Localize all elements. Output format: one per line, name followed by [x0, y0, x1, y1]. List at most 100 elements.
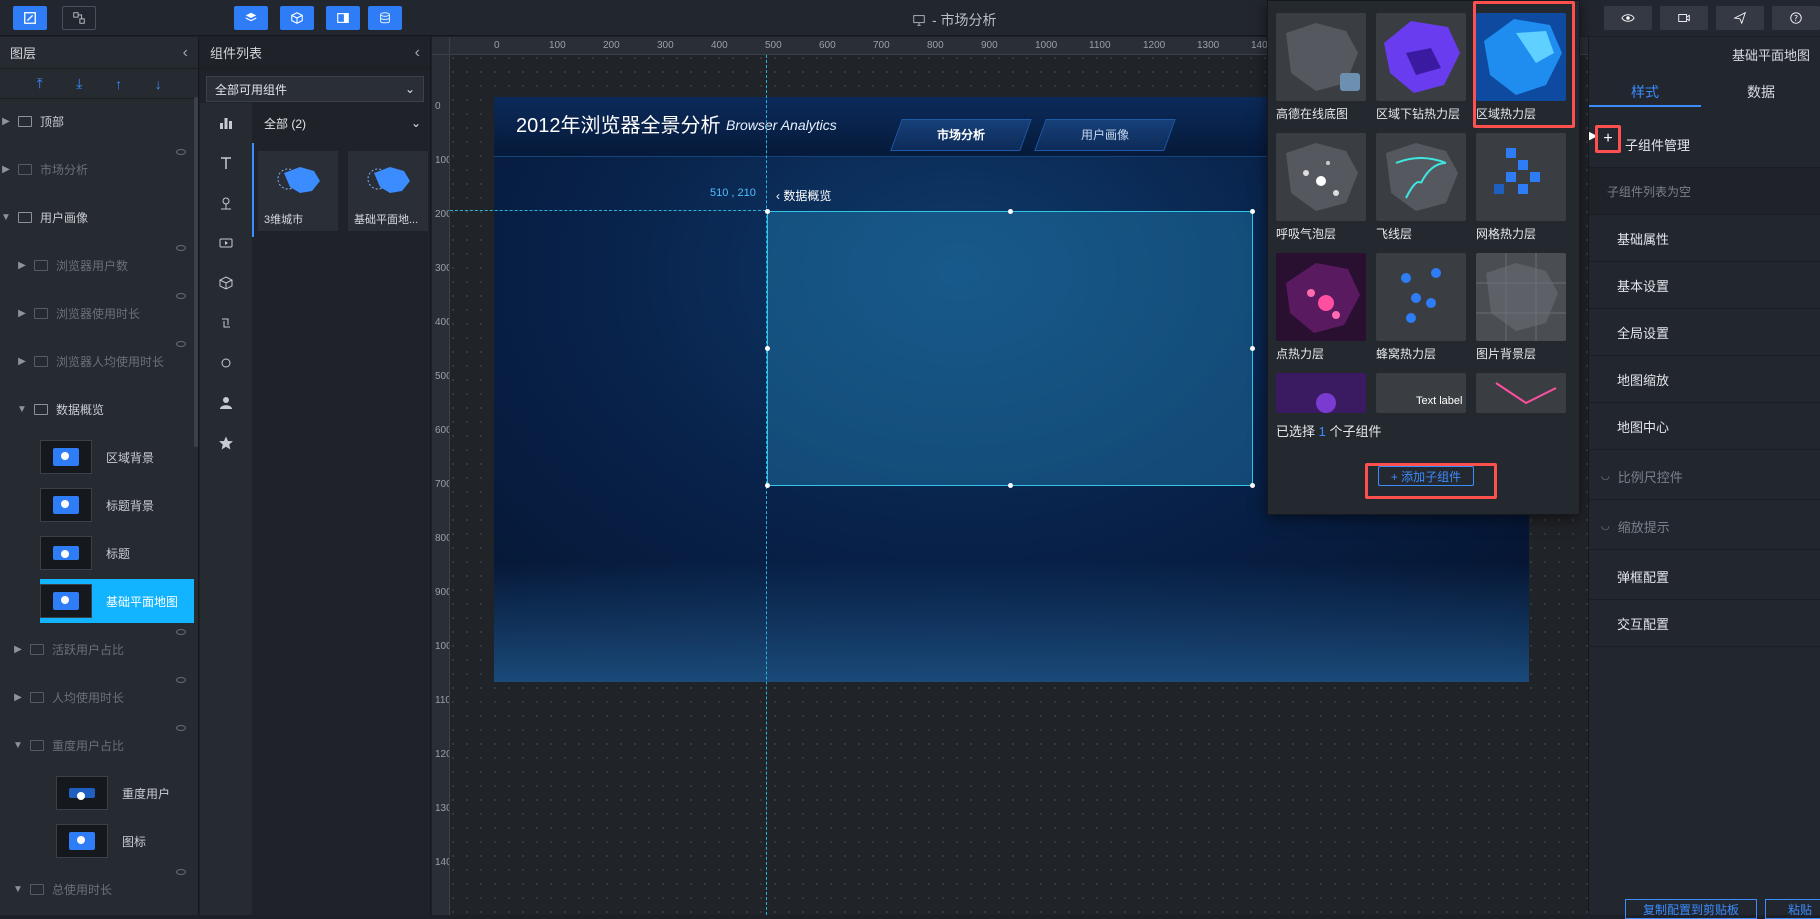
resize-handle[interactable]: [765, 346, 770, 351]
component-card-basic-map[interactable]: 基础平面地...: [348, 151, 428, 231]
layer-group-browser-avg-time[interactable]: ▶ 浏览器人均使用时长: [0, 339, 194, 383]
paste-button[interactable]: 粘贴: [1765, 899, 1820, 919]
layer-group-avg-time[interactable]: ▶ 人均使用时长: [0, 675, 194, 719]
collapse-arrow-icon[interactable]: ▼: [0, 212, 12, 223]
add-sub-component-icon[interactable]: +: [1595, 125, 1621, 153]
expand-arrow-icon[interactable]: ▶: [12, 644, 24, 655]
preview-mode-button[interactable]: [62, 6, 96, 30]
category-map[interactable]: [200, 183, 252, 223]
move-top-icon[interactable]: ⤒: [31, 75, 49, 93]
board-tab-user[interactable]: 用户画像: [1034, 119, 1176, 151]
layer-group-user-profile[interactable]: ▼ 用户画像: [0, 195, 194, 239]
layer-option-image-bg[interactable]: 图片背景层: [1476, 253, 1566, 361]
layer-group-top[interactable]: ▶ 顶部: [0, 99, 194, 143]
layer-option-partial-3[interactable]: [1476, 373, 1566, 413]
layer-item-basic-map[interactable]: 基础平面地图: [40, 579, 194, 623]
prop-row-global-settings[interactable]: 全局设置: [1589, 309, 1820, 356]
edit-mode-button[interactable]: [13, 6, 47, 30]
move-down-icon[interactable]: ↓: [149, 75, 167, 93]
hidden-eye-icon[interactable]: [176, 677, 186, 683]
category-media[interactable]: [200, 223, 252, 263]
move-bottom-icon[interactable]: ⤓: [70, 75, 88, 93]
record-button[interactable]: [1660, 6, 1708, 30]
expand-arrow-icon[interactable]: ▶: [16, 356, 28, 367]
layer-group-browser-time[interactable]: ▶ 浏览器使用时长: [0, 291, 194, 335]
resize-handle[interactable]: [1008, 209, 1013, 214]
hidden-eye-icon[interactable]: ◡: [1601, 521, 1610, 532]
prop-row-map-zoom[interactable]: 地图缩放: [1589, 356, 1820, 403]
expand-arrow-icon[interactable]: ▶: [12, 692, 24, 703]
prop-row-basic-settings[interactable]: 基本设置: [1589, 262, 1820, 309]
layer-group-data-overview[interactable]: ▼ 数据概览: [0, 387, 194, 431]
category-interaction[interactable]: [200, 303, 252, 343]
component-card-3d-city[interactable]: 3维城市: [258, 151, 338, 231]
category-other[interactable]: [200, 343, 252, 383]
copy-config-button[interactable]: 复制配置到剪贴板: [1625, 899, 1757, 919]
resize-handle[interactable]: [765, 483, 770, 488]
prop-row-scale-control[interactable]: ◡ 比例尺控件: [1589, 453, 1820, 500]
panel-toggle-button[interactable]: [326, 6, 360, 30]
hidden-eye-icon[interactable]: [176, 725, 186, 731]
prop-row-popup-config[interactable]: 弹框配置: [1589, 553, 1820, 600]
resize-handle[interactable]: [1250, 346, 1255, 351]
expand-arrow-icon[interactable]: ▶: [16, 260, 28, 271]
hidden-eye-icon[interactable]: [176, 149, 186, 155]
category-favorite[interactable]: [200, 423, 252, 463]
tab-style[interactable]: 样式: [1589, 77, 1701, 107]
collapse-arrow-icon[interactable]: ▼: [12, 740, 24, 751]
hidden-eye-icon[interactable]: ◡: [1601, 471, 1610, 482]
prop-row-interaction-config[interactable]: 交互配置: [1589, 600, 1820, 647]
component-category-header[interactable]: 全部 (2) ⌄: [252, 103, 431, 143]
layer-option-flyline[interactable]: 飞线层: [1376, 133, 1466, 241]
sub-component-manage-row[interactable]: 子组件管理: [1589, 121, 1820, 168]
collapse-chevron-icon[interactable]: ‹: [183, 44, 188, 62]
layer-group-total-time[interactable]: ▼ 总使用时长: [0, 867, 194, 911]
resize-handle[interactable]: [1008, 483, 1013, 488]
prop-row-basic-attributes[interactable]: 基础属性: [1589, 215, 1820, 262]
layer-option-drilldown-heat[interactable]: 区域下钻热力层: [1376, 13, 1466, 121]
layer-group-heavy-users[interactable]: ▼ 重度用户占比: [0, 723, 194, 767]
layer-item-icon[interactable]: 图标: [56, 819, 194, 863]
component-filter-select[interactable]: 全部可用组件 ⌄: [206, 76, 424, 102]
layer-option-point-heat[interactable]: 点热力层: [1276, 253, 1366, 361]
layer-option-breathing-bubble[interactable]: 呼吸气泡层: [1276, 133, 1366, 241]
expand-arrow-icon[interactable]: ▶: [0, 116, 12, 127]
layer-group-market[interactable]: ▶ 市场分析: [0, 147, 194, 191]
layer-group-active-users[interactable]: ▶ 活跃用户占比: [0, 627, 194, 671]
prop-row-zoom-tip[interactable]: ◡ 缩放提示: [1589, 503, 1820, 550]
category-user[interactable]: [200, 383, 252, 423]
layers-toggle-button[interactable]: [234, 6, 268, 30]
layer-option-text-label[interactable]: Text label: [1376, 373, 1466, 413]
category-chart[interactable]: [200, 103, 252, 143]
hidden-eye-icon[interactable]: [176, 245, 186, 251]
vertical-ruler[interactable]: 0 100 200 300 400 500 600 700 800 900 10…: [432, 55, 450, 915]
layer-item-area-bg[interactable]: 区域背景: [40, 435, 194, 479]
components-toggle-button[interactable]: [280, 6, 314, 30]
resize-handle[interactable]: [765, 209, 770, 214]
layer-option-grid-heat[interactable]: 网格热力层: [1476, 133, 1566, 241]
collapse-arrow-icon[interactable]: ▼: [12, 884, 24, 895]
layer-group-browser-users[interactable]: ▶ 浏览器用户数: [0, 243, 194, 287]
publish-button[interactable]: [1716, 6, 1764, 30]
hidden-eye-icon[interactable]: [176, 629, 186, 635]
help-button[interactable]: ?: [1772, 6, 1820, 30]
layer-item-title-bg[interactable]: 标题背景: [40, 483, 194, 527]
layer-item-heavy-user[interactable]: 重度用户: [56, 771, 194, 815]
layer-option-gaode-basemap[interactable]: 高德在线底图: [1276, 13, 1366, 121]
hidden-eye-icon[interactable]: [176, 293, 186, 299]
tab-data[interactable]: 数据: [1701, 77, 1820, 107]
hidden-eye-icon[interactable]: [176, 341, 186, 347]
board-tab-market[interactable]: 市场分析: [890, 119, 1032, 151]
layer-option-partial-1[interactable]: [1276, 373, 1366, 413]
expand-arrow-icon[interactable]: ▶: [16, 308, 28, 319]
collapse-arrow-icon[interactable]: ▼: [16, 404, 28, 415]
hidden-eye-icon[interactable]: [176, 869, 186, 875]
layer-item-title[interactable]: 标题: [40, 531, 194, 575]
preview-button[interactable]: [1604, 6, 1652, 30]
prop-row-map-center[interactable]: 地图中心: [1589, 403, 1820, 450]
data-source-button[interactable]: [368, 6, 402, 30]
resize-handle[interactable]: [1250, 483, 1255, 488]
move-up-icon[interactable]: ↑: [110, 75, 128, 93]
expand-arrow-icon[interactable]: ▶: [0, 164, 12, 175]
category-3d[interactable]: [200, 263, 252, 303]
